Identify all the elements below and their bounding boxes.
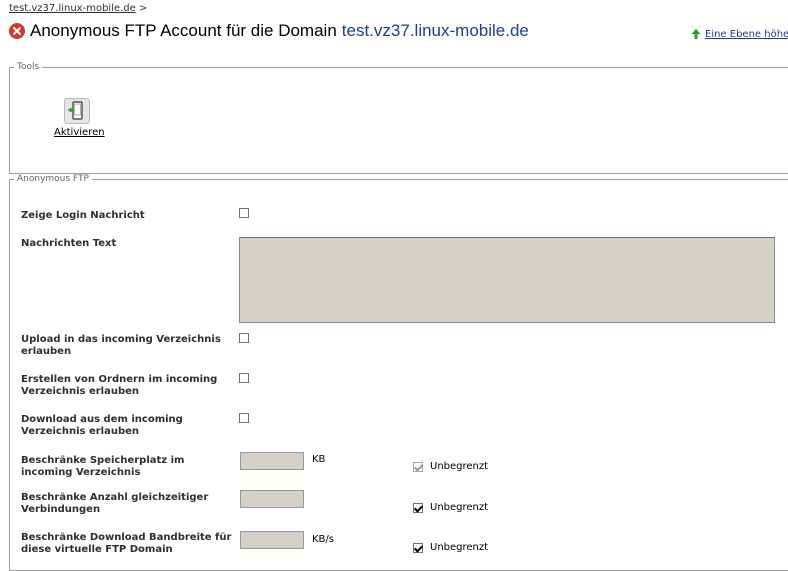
- tools-legend: Tools: [17, 62, 40, 72]
- message-text-area[interactable]: [239, 237, 775, 323]
- limit-space-input[interactable]: [240, 452, 304, 470]
- limit-bandwidth-label: Beschränke Download Bandbreite für diese…: [21, 532, 232, 555]
- limit-space-unlimited-label: Unbegrenzt: [430, 461, 489, 472]
- activate-label: Aktivieren: [54, 127, 105, 138]
- limit-connections-label: Beschränke Anzahl gleichzeitiger Verbind…: [21, 492, 209, 515]
- limit-connections-unlimited-checkbox[interactable]: [413, 503, 423, 513]
- anonymous-ftp-legend: Anonymous FTP: [17, 174, 89, 184]
- download-incoming-label: Download aus dem incoming Verzeichnis er…: [21, 414, 183, 437]
- limit-space-unlimited-checkbox[interactable]: [413, 462, 423, 472]
- page-title-domain: test.vz37.linux-mobile.de: [341, 21, 529, 40]
- tools-fieldset: Tools: [9, 62, 788, 174]
- upload-incoming-checkbox[interactable]: [239, 333, 249, 343]
- limit-bandwidth-input[interactable]: [240, 531, 304, 549]
- limit-bandwidth-unit: KB/s: [312, 534, 334, 545]
- page-title-text: Anonymous FTP Account für die Domain: [30, 21, 337, 40]
- page-title: Anonymous FTP Account für die Domain tes…: [9, 20, 529, 42]
- download-incoming-checkbox[interactable]: [239, 413, 249, 423]
- limit-space-unit: KB: [312, 454, 326, 465]
- limit-bandwidth-unlimited-checkbox[interactable]: [413, 543, 423, 553]
- breadcrumb-separator: >: [139, 3, 148, 14]
- up-level-link[interactable]: Eine Ebene höher: [690, 28, 788, 40]
- arrow-up-icon: [691, 29, 701, 39]
- error-icon: [9, 23, 25, 39]
- upload-incoming-label: Upload in das incoming Verzeichnis erlau…: [21, 334, 221, 357]
- activate-icon: [64, 98, 90, 124]
- create-folders-checkbox[interactable]: [239, 373, 249, 383]
- login-message-checkbox[interactable]: [239, 208, 249, 218]
- limit-connections-unlimited-label: Unbegrenzt: [430, 502, 489, 513]
- up-level-label: Eine Ebene höher: [705, 28, 788, 40]
- breadcrumb-link[interactable]: test.vz37.linux-mobile.de: [9, 3, 136, 14]
- breadcrumb: test.vz37.linux-mobile.de >: [9, 3, 147, 14]
- login-message-label: Zeige Login Nachricht: [21, 210, 145, 221]
- create-folders-label: Erstellen von Ordnern im incoming Verzei…: [21, 374, 218, 397]
- message-text-label: Nachrichten Text: [21, 238, 117, 249]
- limit-connections-input[interactable]: [240, 490, 304, 508]
- limit-bandwidth-unlimited-label: Unbegrenzt: [430, 542, 489, 553]
- limit-space-label: Beschränke Speicherplatz im incoming Ver…: [21, 455, 185, 478]
- activate-button[interactable]: Aktivieren: [54, 98, 105, 138]
